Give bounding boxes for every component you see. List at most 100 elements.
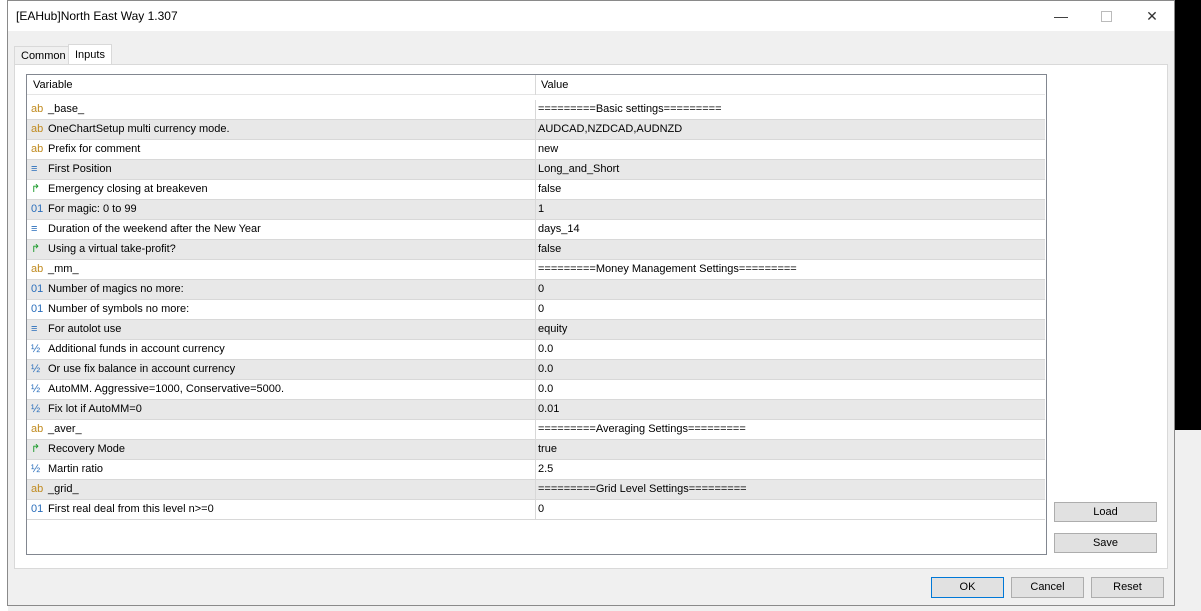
string-type-icon: ab — [31, 423, 44, 435]
close-icon: ✕ — [1146, 7, 1158, 24]
tab-common[interactable]: Common — [14, 46, 73, 65]
double-type-icon: ½ — [31, 383, 41, 395]
variable-name: Number of symbols no more: — [48, 303, 190, 315]
value-cell[interactable]: 0.01 — [536, 400, 559, 419]
variable-cell[interactable]: ↱ Using a virtual take-profit? — [27, 240, 536, 259]
value-cell[interactable]: Long_and_Short — [536, 160, 619, 179]
minimize-button[interactable]: — — [1038, 1, 1084, 31]
variable-cell[interactable]: ab OneChartSetup multi currency mode. — [27, 120, 536, 139]
variable-cell[interactable]: ≡ For autolot use — [27, 320, 536, 339]
variable-cell[interactable]: ½ Or use fix balance in account currency — [27, 360, 536, 379]
table-row[interactable]: 01 Number of symbols no more: 0 — [27, 300, 1045, 320]
variable-cell[interactable]: ab _mm_ — [27, 260, 536, 279]
table-row[interactable]: ½ Additional funds in account currency 0… — [27, 340, 1045, 360]
table-row[interactable]: ab _grid_ =========Grid Level Settings==… — [27, 480, 1045, 500]
table-row[interactable]: ab _aver_ =========Averaging Settings===… — [27, 420, 1045, 440]
variable-cell[interactable]: ½ Fix lot if AutoMM=0 — [27, 400, 536, 419]
enum-type-icon: ≡ — [31, 163, 38, 175]
minimize-icon: — — [1054, 8, 1068, 24]
value-cell[interactable]: true — [536, 440, 557, 459]
table-row[interactable]: ↱ Using a virtual take-profit? false — [27, 240, 1045, 260]
table-header: Variable Value — [27, 75, 1045, 95]
value-cell[interactable]: =========Grid Level Settings========= — [536, 480, 747, 499]
column-header-value[interactable]: Value — [536, 75, 568, 95]
variable-cell[interactable]: ab _base_ — [27, 100, 536, 119]
table-row[interactable]: ½ Fix lot if AutoMM=0 0.01 — [27, 400, 1045, 420]
bool-type-icon: ↱ — [31, 183, 41, 195]
save-button[interactable]: Save — [1054, 533, 1157, 553]
maximize-icon — [1100, 10, 1112, 22]
table-row[interactable]: ½ Martin ratio 2.5 — [27, 460, 1045, 480]
table-row[interactable]: 01 Number of magics no more: 0 — [27, 280, 1045, 300]
variable-name: OneChartSetup multi currency mode. — [48, 123, 230, 135]
value-cell[interactable]: new — [536, 140, 558, 159]
variable-cell[interactable]: 01 Number of magics no more: — [27, 280, 536, 299]
reset-button[interactable]: Reset — [1091, 577, 1164, 598]
table-row[interactable]: 01 For magic: 0 to 99 1 — [27, 200, 1045, 220]
variable-cell[interactable]: 01 First real deal from this level n>=0 — [27, 500, 536, 519]
load-button[interactable]: Load — [1054, 502, 1157, 522]
value-cell[interactable]: 0 — [536, 500, 544, 519]
table-row[interactable]: ab OneChartSetup multi currency mode. AU… — [27, 120, 1045, 140]
integer-type-icon: 01 — [31, 203, 44, 215]
value-cell[interactable]: 0 — [536, 300, 544, 319]
inputs-panel: Variable Value ab _base_ =========Basic … — [14, 64, 1168, 569]
table-row[interactable]: ab _mm_ =========Money Management Settin… — [27, 260, 1045, 280]
variable-name: Prefix for comment — [48, 143, 141, 155]
variable-cell[interactable]: ½ AutoMM. Aggressive=1000, Conservative=… — [27, 380, 536, 399]
variable-cell[interactable]: ↱ Emergency closing at breakeven — [27, 180, 536, 199]
table-row[interactable]: ≡ For autolot use equity — [27, 320, 1045, 340]
variable-cell[interactable]: 01 For magic: 0 to 99 — [27, 200, 536, 219]
value-cell[interactable]: =========Money Management Settings======… — [536, 260, 797, 279]
value-cell[interactable]: equity — [536, 320, 567, 339]
string-type-icon: ab — [31, 263, 44, 275]
value-cell[interactable]: false — [536, 180, 561, 199]
variable-cell[interactable]: 01 Number of symbols no more: — [27, 300, 536, 319]
variable-name: Number of magics no more: — [48, 283, 184, 295]
enum-type-icon: ≡ — [31, 223, 38, 235]
integer-type-icon: 01 — [31, 503, 44, 515]
variable-cell[interactable]: ≡ First Position — [27, 160, 536, 179]
table-row[interactable]: ≡ Duration of the weekend after the New … — [27, 220, 1045, 240]
integer-type-icon: 01 — [31, 283, 44, 295]
value-cell[interactable]: 0.0 — [536, 380, 553, 399]
value-cell[interactable]: 1 — [536, 200, 544, 219]
variable-name: _grid_ — [48, 483, 79, 495]
value-cell[interactable]: 0.0 — [536, 360, 553, 379]
variable-cell[interactable]: ½ Additional funds in account currency — [27, 340, 536, 359]
tab-inputs[interactable]: Inputs — [68, 44, 112, 66]
value-cell[interactable]: 0.0 — [536, 340, 553, 359]
variable-cell[interactable]: ½ Martin ratio — [27, 460, 536, 479]
maximize-button[interactable] — [1083, 1, 1129, 31]
value-cell[interactable]: 2.5 — [536, 460, 553, 479]
value-cell[interactable]: AUDCAD,NZDCAD,AUDNZD — [536, 120, 682, 139]
variable-cell[interactable]: ab _aver_ — [27, 420, 536, 439]
value-cell[interactable]: 0 — [536, 280, 544, 299]
value-cell[interactable]: false — [536, 240, 561, 259]
variable-name: AutoMM. Aggressive=1000, Conservative=50… — [48, 383, 285, 395]
variable-cell[interactable]: ab Prefix for comment — [27, 140, 536, 159]
table-row[interactable]: 01 First real deal from this level n>=0 … — [27, 500, 1045, 520]
cancel-button[interactable]: Cancel — [1011, 577, 1084, 598]
variable-cell[interactable]: ≡ Duration of the weekend after the New … — [27, 220, 536, 239]
double-type-icon: ½ — [31, 463, 41, 475]
table-row[interactable]: ≡ First Position Long_and_Short — [27, 160, 1045, 180]
table-row[interactable]: ½ Or use fix balance in account currency… — [27, 360, 1045, 380]
close-button[interactable]: ✕ — [1129, 1, 1175, 31]
table-row[interactable]: ab _base_ =========Basic settings=======… — [27, 100, 1045, 120]
table-row[interactable]: ab Prefix for comment new — [27, 140, 1045, 160]
column-header-variable[interactable]: Variable — [27, 75, 536, 95]
table-row[interactable]: ½ AutoMM. Aggressive=1000, Conservative=… — [27, 380, 1045, 400]
value-cell[interactable]: days_14 — [536, 220, 580, 239]
bool-type-icon: ↱ — [31, 243, 41, 255]
double-type-icon: ½ — [31, 343, 41, 355]
variable-cell[interactable]: ab _grid_ — [27, 480, 536, 499]
variable-name: Or use fix balance in account currency — [48, 363, 236, 375]
table-row[interactable]: ↱ Recovery Mode true — [27, 440, 1045, 460]
value-cell[interactable]: =========Basic settings========= — [536, 100, 722, 119]
variable-name: Martin ratio — [48, 463, 104, 475]
variable-cell[interactable]: ↱ Recovery Mode — [27, 440, 536, 459]
value-cell[interactable]: =========Averaging Settings========= — [536, 420, 746, 439]
ok-button[interactable]: OK — [931, 577, 1004, 598]
table-row[interactable]: ↱ Emergency closing at breakeven false — [27, 180, 1045, 200]
